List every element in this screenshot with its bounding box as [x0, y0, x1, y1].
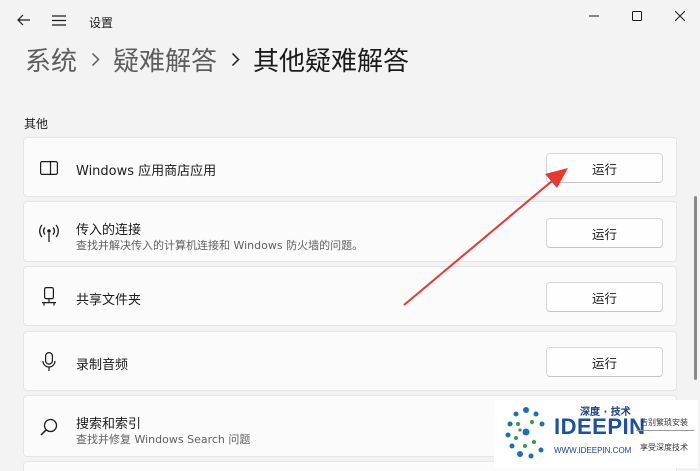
card-store-apps: Windows 应用商店应用 运行: [23, 137, 677, 197]
card-incoming-connections: 传入的连接 查找并解决传入的计算机连接和 Windows 防火墙的问题。 运行: [23, 201, 677, 262]
card-shared-folders: 共享文件夹 运行: [23, 266, 677, 326]
card-title: 搜索和索引: [76, 417, 142, 432]
run-button-incoming-connections[interactable]: 运行: [546, 218, 663, 248]
section-label-other: 其他: [24, 117, 49, 131]
microphone-icon: [38, 351, 60, 373]
watermark: 深度 · 技术 IDEEPIN WWW.IDEEPIN.COM 告别繁琐安装 享…: [494, 400, 698, 468]
close-button[interactable]: [657, 0, 700, 32]
ideepin-logo-icon: [505, 407, 545, 459]
run-button-recording-audio[interactable]: 运行: [546, 347, 663, 377]
watermark-url: WWW.IDEEPIN.COM: [554, 446, 632, 455]
card-recording-audio: 录制音频 运行: [23, 331, 677, 391]
maximize-button[interactable]: [614, 0, 660, 32]
watermark-divider: [636, 430, 694, 431]
search-icon: [38, 416, 60, 438]
breadcrumb-troubleshoot[interactable]: 疑难解答: [113, 41, 217, 78]
back-button[interactable]: [10, 6, 38, 34]
store-app-icon: [38, 157, 60, 179]
breadcrumb-system[interactable]: 系统: [25, 41, 77, 78]
minimize-icon: [589, 15, 599, 17]
title-bar: 设置: [0, 0, 700, 40]
card-title: 传入的连接: [76, 223, 142, 238]
chevron-right-icon: [77, 40, 113, 78]
run-button-shared-folders[interactable]: 运行: [546, 282, 663, 312]
close-icon: [675, 11, 685, 21]
breadcrumb-other-troubleshooters: 其他疑难解答: [253, 46, 410, 77]
watermark-brand: IDEEPIN: [554, 414, 646, 439]
card-title: Windows 应用商店应用: [76, 164, 217, 179]
shared-folder-icon: [38, 286, 60, 308]
hamburger-icon: [52, 14, 66, 26]
chevron-right-icon: [217, 40, 253, 78]
antenna-icon: [38, 222, 60, 244]
watermark-slogan-1: 告别繁琐安装: [640, 418, 688, 427]
back-arrow-icon: [17, 14, 30, 26]
run-button-store-apps[interactable]: 运行: [546, 153, 663, 183]
app-title: 设置: [89, 16, 114, 30]
card-title: 共享文件夹: [76, 293, 142, 308]
watermark-slogan-2: 享受深度技术: [640, 443, 688, 452]
card-description: 查找并解决传入的计算机连接和 Windows 防火墙的问题。: [76, 239, 364, 252]
maximize-icon: [632, 11, 642, 21]
minimize-button[interactable]: [571, 0, 617, 32]
card-description: 查找并修复 Windows Search 问题: [76, 433, 251, 446]
navigation-menu-button[interactable]: [45, 6, 73, 34]
scrollbar[interactable]: [694, 196, 697, 380]
card-title: 录制音频: [76, 358, 129, 373]
breadcrumb: 系统 疑难解答 其他疑难解答: [25, 40, 409, 78]
